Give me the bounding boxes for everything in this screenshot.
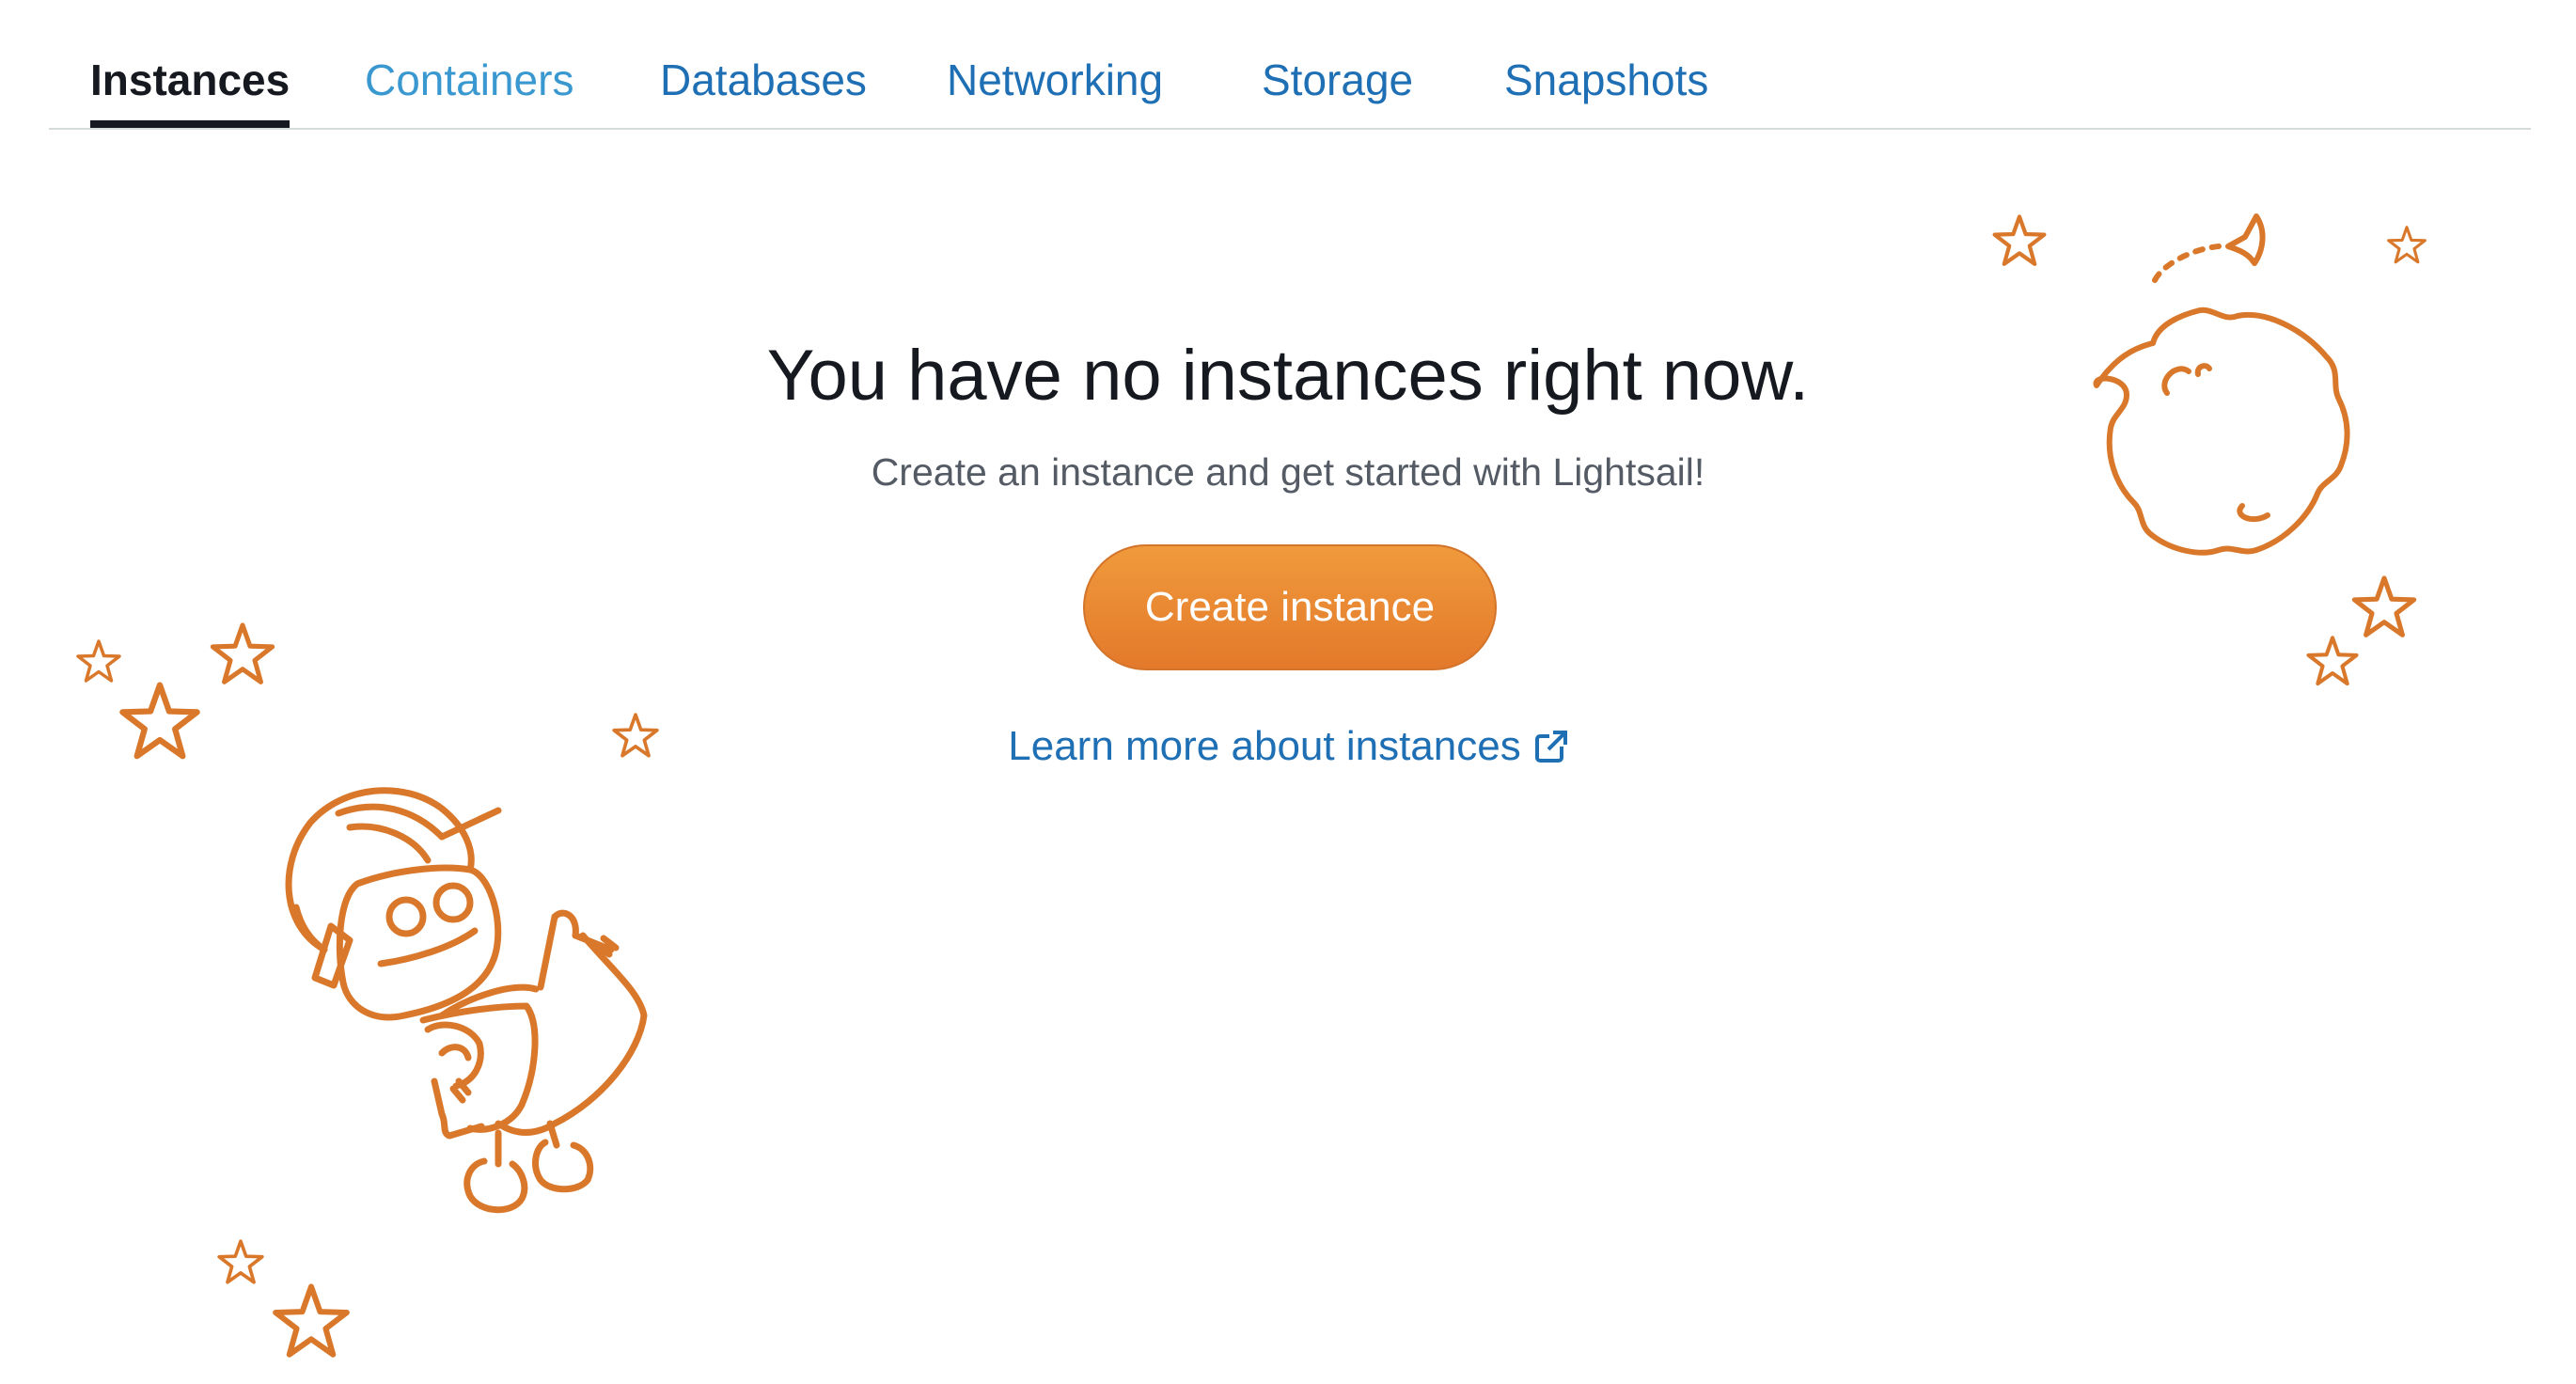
learn-more-label: Learn more about instances — [1008, 723, 1521, 769]
star-icon — [2308, 637, 2356, 684]
tab-storage[interactable]: Storage — [1262, 49, 1413, 128]
star-icon — [217, 1239, 264, 1284]
tab-instances[interactable]: Instances — [90, 49, 291, 128]
learn-more-link[interactable]: Learn more about instances — [1008, 723, 1568, 769]
star-icon — [2387, 226, 2427, 264]
star-icon — [76, 639, 121, 683]
lightsail-instances-page: Instances Containers Databases Networkin… — [0, 0, 2576, 1384]
star-icon — [2354, 578, 2413, 635]
learn-more-container: Learn more about instances — [0, 716, 2576, 777]
tab-containers[interactable]: Containers — [365, 49, 573, 128]
create-instance-button[interactable]: Create instance — [1083, 544, 1497, 670]
tab-snapshots[interactable]: Snapshots — [1504, 49, 1708, 128]
resource-tab-bar: Instances Containers Databases Networkin… — [49, 0, 2531, 130]
empty-state-subline: Create an instance and get started with … — [871, 450, 1705, 494]
tab-networking[interactable]: Networking — [947, 49, 1163, 128]
space-illustration — [76, 213, 2427, 1384]
star-icon — [275, 1286, 347, 1354]
star-icon — [212, 625, 272, 682]
external-link-icon — [1534, 730, 1568, 763]
robot-astronaut-illustration — [285, 787, 648, 1214]
tab-databases[interactable]: Databases — [660, 49, 867, 128]
star-icon — [1995, 216, 2045, 263]
empty-state-headline: You have no instances right now. — [766, 336, 1810, 416]
